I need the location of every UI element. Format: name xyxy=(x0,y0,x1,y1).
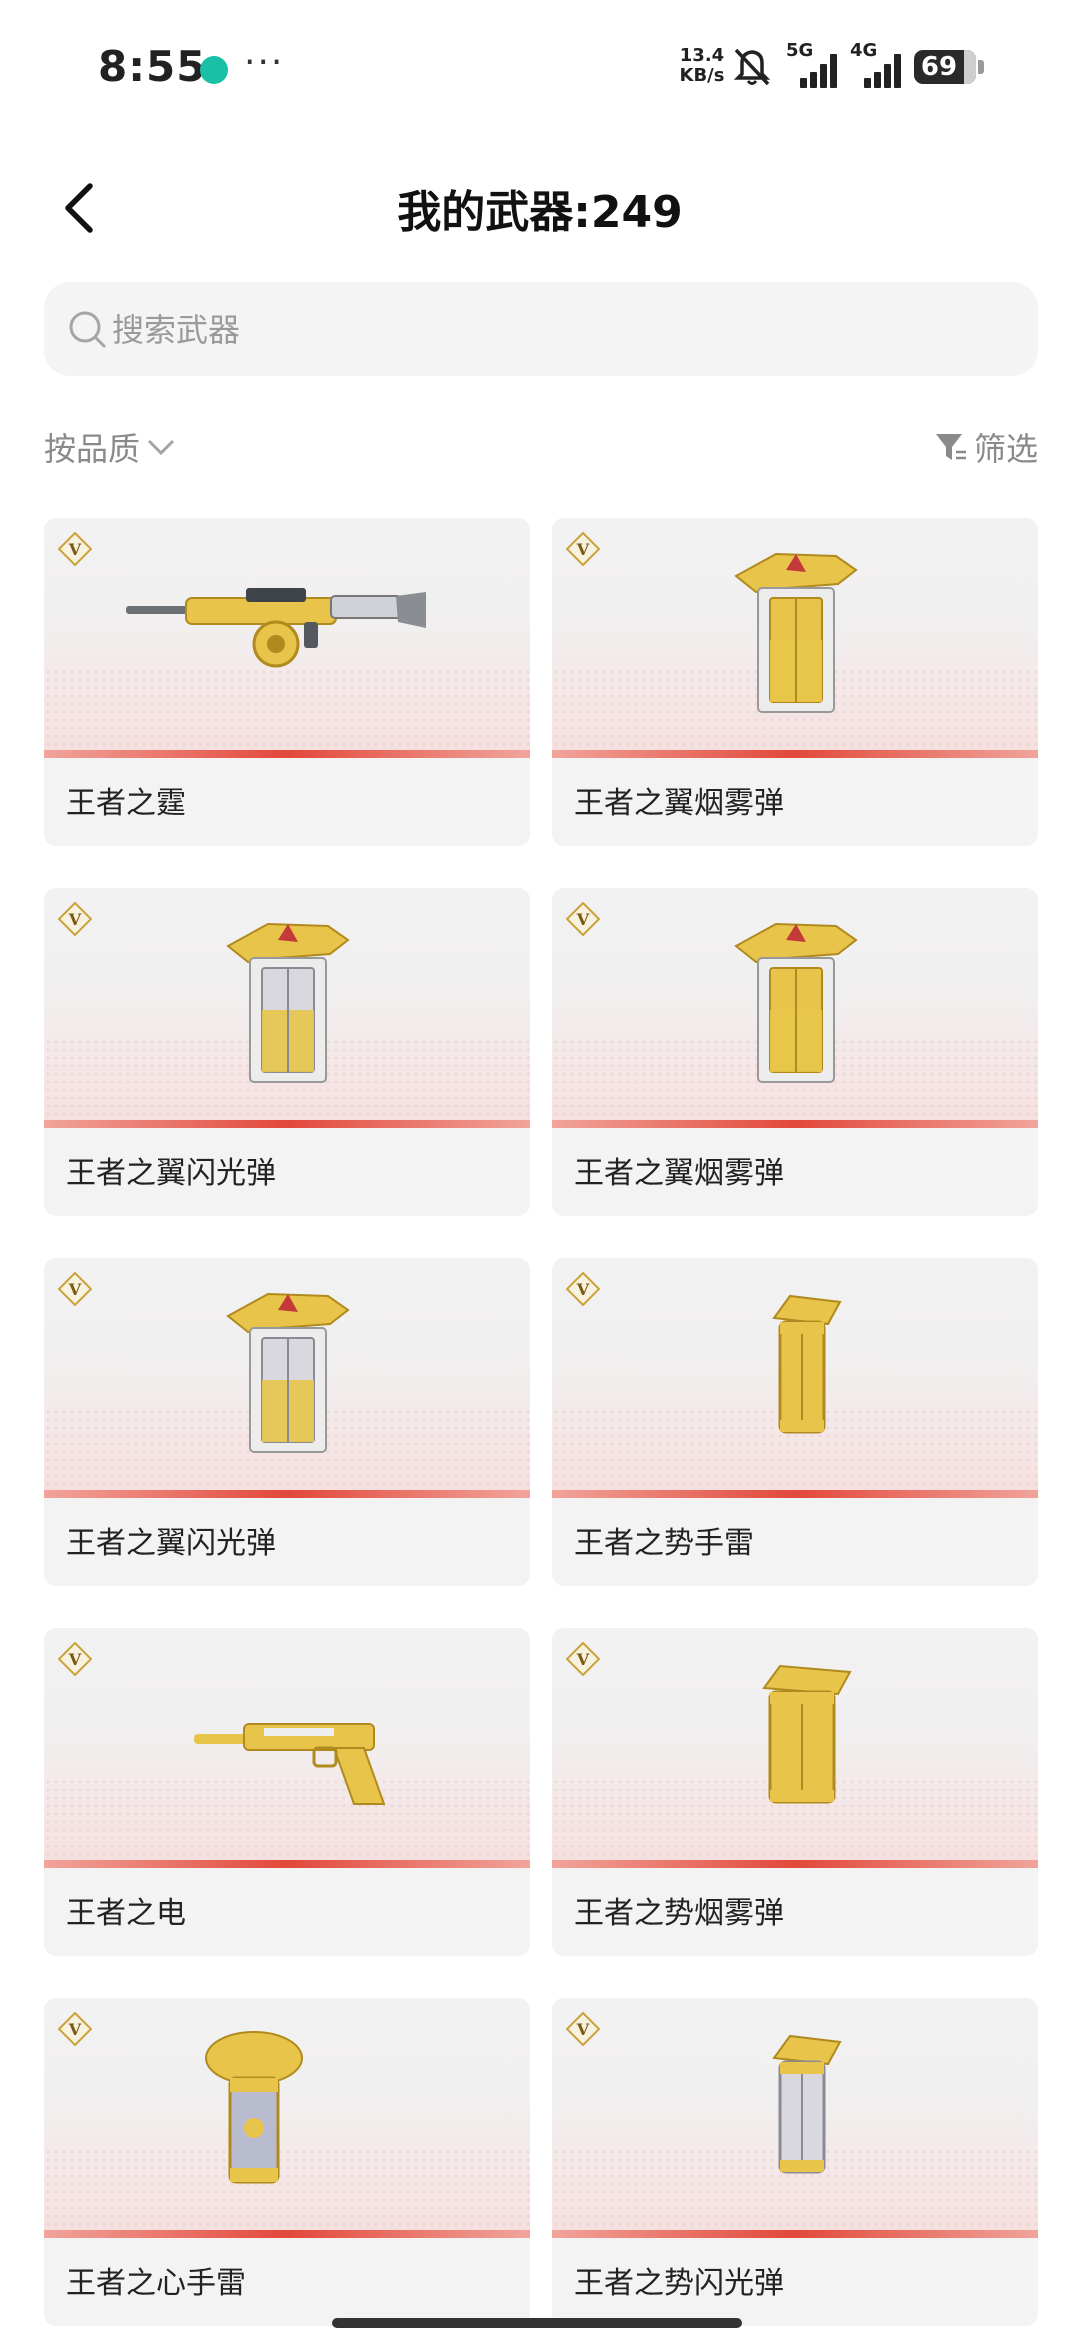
battery-tip xyxy=(978,60,984,74)
weapon-name: 王者之心手雷 xyxy=(66,2266,246,2301)
filter-label: 筛选 xyxy=(973,430,1038,468)
weapon-card[interactable]: V 王者之势手雷 xyxy=(552,1258,1038,1586)
weapon-card[interactable]: V 王者之势烟雾弹 xyxy=(552,1628,1038,1956)
svg-text:V: V xyxy=(576,1280,590,1299)
quality-stripe xyxy=(552,750,1038,758)
weapon-card[interactable]: V 王者之翼烟雾弹 xyxy=(552,518,1038,846)
home-indicator[interactable] xyxy=(332,2318,742,2328)
weapon-image: V xyxy=(44,1258,530,1498)
weapon-image: V xyxy=(44,1998,530,2238)
page-title: 我的武器:249 xyxy=(397,187,683,238)
mute-bell-icon xyxy=(733,48,771,86)
weapon-name: 王者之势闪光弹 xyxy=(574,2266,784,2301)
svg-text:V: V xyxy=(68,910,82,929)
weapon-image: V xyxy=(552,888,1038,1128)
weapon-pistol-icon xyxy=(194,1704,424,1818)
weapon-card[interactable]: V 王者之势闪光弹 xyxy=(552,1998,1038,2326)
svg-text:V: V xyxy=(576,1650,590,1669)
weapon-card[interactable]: V 王者之翼烟雾弹 xyxy=(552,888,1038,1216)
weapon-card[interactable]: V 王者之翼闪光弹 xyxy=(44,888,530,1216)
svg-text:V: V xyxy=(576,910,590,929)
filter-button[interactable]: 筛选 xyxy=(934,424,1038,470)
svg-text:V: V xyxy=(68,540,82,559)
quality-stripe xyxy=(552,1860,1038,1868)
weapon-card[interactable]: V 王者之霆 xyxy=(44,518,530,846)
weapon-image: V xyxy=(552,1998,1038,2238)
sort-label: 按品质 xyxy=(44,430,141,468)
weapon-grenade-small-icon xyxy=(742,1288,862,1462)
vip-badge-icon: V xyxy=(58,902,92,936)
network-speed-unit: KB/s xyxy=(679,65,725,86)
weapon-name: 王者之翼烟雾弹 xyxy=(574,1156,784,1191)
vip-badge-icon: V xyxy=(58,2012,92,2046)
weapon-canister-gold-icon xyxy=(726,548,866,722)
vip-badge-icon: V xyxy=(58,532,92,566)
weapon-card[interactable]: V 王者之翼闪光弹 xyxy=(44,1258,530,1586)
status-bar: 8:55 ··· 13.4 KB/s 5G 4G 69 xyxy=(0,0,1080,130)
weapon-name: 王者之翼闪光弹 xyxy=(66,1526,276,1561)
signal-4g-icon: 4G xyxy=(850,40,910,88)
battery-level: 69 xyxy=(920,52,958,82)
quality-stripe xyxy=(44,1120,530,1128)
search-icon xyxy=(69,311,106,348)
search-bar[interactable] xyxy=(44,282,1038,378)
chevron-down-icon xyxy=(147,439,175,456)
svg-text:V: V xyxy=(68,2020,82,2039)
quality-stripe xyxy=(44,1860,530,1868)
svg-text:V: V xyxy=(68,1280,82,1299)
vip-badge-icon: V xyxy=(58,1272,92,1306)
vip-badge-icon: V xyxy=(566,902,600,936)
weapon-image: V xyxy=(552,1628,1038,1868)
weapon-grenade-wide-icon xyxy=(742,1658,862,1832)
weapon-name: 王者之势手雷 xyxy=(574,1526,754,1561)
vip-badge-icon: V xyxy=(566,1272,600,1306)
search-input[interactable] xyxy=(110,282,1014,378)
weapon-canister-gold-icon xyxy=(726,918,866,1092)
clock: 8:55 xyxy=(98,42,207,91)
network-speed: 13.4 KB/s xyxy=(672,46,732,86)
vip-badge-icon: V xyxy=(566,1642,600,1676)
weapon-canister-silver-icon xyxy=(218,918,358,1092)
app-notification-icon xyxy=(200,56,228,84)
svg-text:V: V xyxy=(68,1650,82,1669)
vip-badge-icon: V xyxy=(566,532,600,566)
weapon-name: 王者之霆 xyxy=(66,786,186,821)
weapon-name: 王者之电 xyxy=(66,1896,186,1931)
weapon-image: V xyxy=(44,888,530,1128)
network-speed-value: 13.4 xyxy=(679,45,725,66)
more-notifications-icon: ··· xyxy=(244,42,285,83)
weapon-name: 王者之翼闪光弹 xyxy=(66,1156,276,1191)
svg-text:V: V xyxy=(576,2020,590,2039)
weapon-image: V xyxy=(552,1258,1038,1498)
weapon-image: V xyxy=(44,1628,530,1868)
quality-stripe xyxy=(44,750,530,758)
sort-dropdown[interactable]: 按品质 xyxy=(44,424,176,470)
signal-4g-label: 4G xyxy=(850,40,878,61)
weapon-name: 王者之翼烟雾弹 xyxy=(574,786,784,821)
quality-stripe xyxy=(44,1490,530,1498)
signal-5g-icon: 5G xyxy=(786,40,846,88)
svg-text:V: V xyxy=(576,540,590,559)
weapon-card[interactable]: V 王者之心手雷 xyxy=(44,1998,530,2326)
quality-stripe xyxy=(552,1490,1038,1498)
quality-stripe xyxy=(44,2230,530,2238)
weapon-image: V xyxy=(44,518,530,758)
battery-icon: 69 xyxy=(914,50,976,84)
weapon-rifle-icon xyxy=(126,562,446,676)
weapon-grenade-lion-icon xyxy=(194,2028,314,2202)
weapon-grenade-silver-icon xyxy=(742,2028,862,2202)
weapon-name: 王者之势烟雾弹 xyxy=(574,1896,784,1931)
quality-stripe xyxy=(552,2230,1038,2238)
filter-funnel-icon xyxy=(935,434,966,460)
vip-badge-icon: V xyxy=(58,1642,92,1676)
quality-stripe xyxy=(552,1120,1038,1128)
vip-badge-icon: V xyxy=(566,2012,600,2046)
weapon-card[interactable]: V 王者之电 xyxy=(44,1628,530,1956)
weapon-canister-silver-icon xyxy=(218,1288,358,1462)
signal-5g-label: 5G xyxy=(786,40,814,61)
weapon-image: V xyxy=(552,518,1038,758)
